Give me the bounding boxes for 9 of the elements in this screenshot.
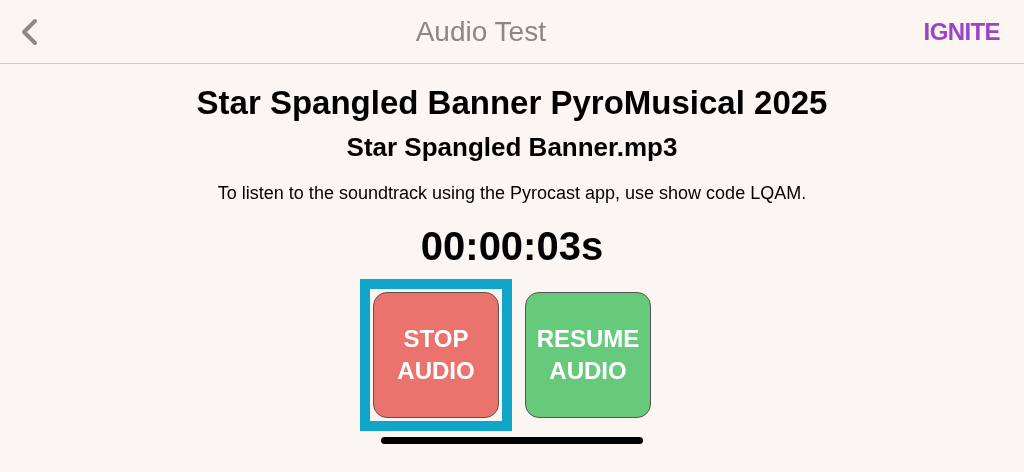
timer: 00:00:03s (420, 222, 604, 270)
back-icon[interactable] (20, 17, 38, 46)
instruction-text: To listen to the soundtrack using the Pyrocast app, use show code LQAM. (217, 181, 807, 205)
file-name: Star Spangled Banner.mp3 (346, 131, 678, 164)
page-title: Audio Test (415, 14, 546, 49)
show-title: Star Spangled Banner PyroMusical 2025 (196, 83, 828, 123)
audio-button[interactable]: RESUME AUDIO (525, 291, 651, 418)
logo: IGNITE (923, 16, 1000, 47)
audio-button[interactable]: STOP AUDIO (373, 291, 499, 418)
